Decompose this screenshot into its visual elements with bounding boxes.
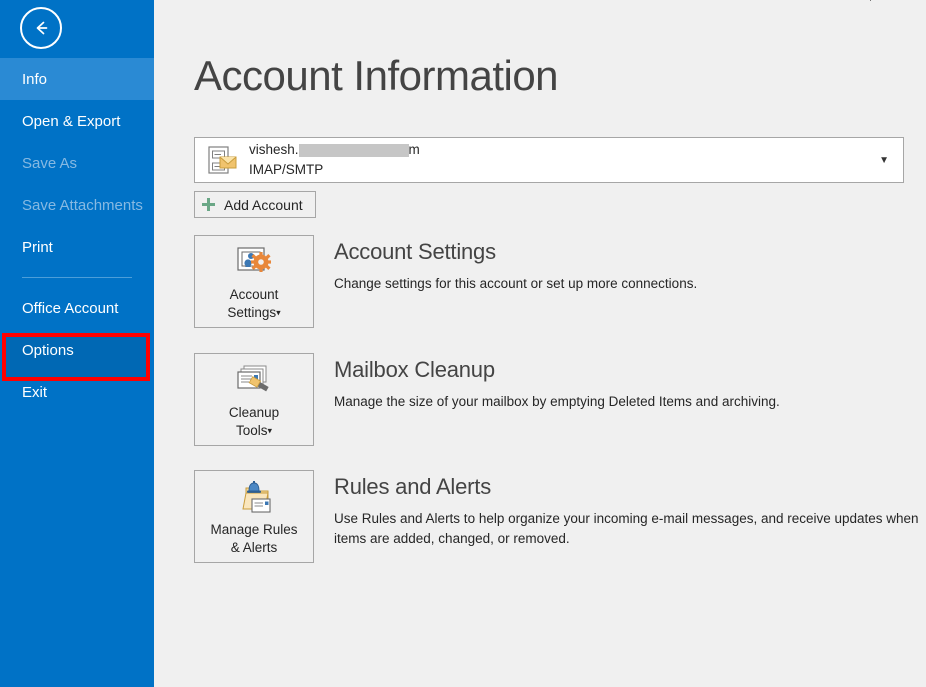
feature-description: Use Rules and Alerts to help organize yo… xyxy=(334,511,919,547)
feature-title: Mailbox Cleanup xyxy=(334,357,495,382)
account-email: vishesh. m xyxy=(249,142,879,159)
feature-title: Rules and Alerts xyxy=(334,474,491,499)
sidebar-item-label: Options xyxy=(22,341,74,359)
button-line-1: Account xyxy=(229,287,279,302)
feature-description: Manage the size of your mailbox by empty… xyxy=(334,394,780,409)
account-email-suffix: m xyxy=(408,141,420,157)
sidebar-divider xyxy=(22,277,132,278)
sidebar-item-print[interactable]: Print xyxy=(0,226,154,268)
sidebar-item-options[interactable]: Options xyxy=(0,329,154,371)
account-details: vishesh. m IMAP/SMTP xyxy=(249,142,879,179)
account-settings-button[interactable]: Account Settings▾ xyxy=(194,235,314,328)
account-email-redaction xyxy=(298,143,409,157)
account-settings-text: Account Settings Change settings for thi… xyxy=(334,239,926,294)
window-corner-glyph: ⌐ xyxy=(870,0,876,2)
sidebar-item-label: Office Account xyxy=(22,299,119,317)
caret-down-icon[interactable]: ▾ xyxy=(267,425,272,435)
account-type: IMAP/SMTP xyxy=(249,161,324,177)
cleanup-tools-button-label: Cleanup Tools▾ xyxy=(229,404,279,440)
sidebar-item-label: Open & Export xyxy=(22,112,121,130)
button-line-1: Cleanup xyxy=(228,405,280,420)
manage-rules-alerts-button[interactable]: Manage Rules & Alerts xyxy=(194,470,314,563)
manage-rules-alerts-button-label: Manage Rules & Alerts xyxy=(210,521,297,557)
feature-description: Change settings for this account or set … xyxy=(334,276,698,291)
sidebar-item-save-as: Save As xyxy=(0,142,154,184)
plus-icon xyxy=(201,197,216,212)
add-account-button[interactable]: Add Account xyxy=(194,191,316,218)
rules-alerts-text: Rules and Alerts Use Rules and Alerts to… xyxy=(334,474,926,550)
sidebar-item-info[interactable]: Info xyxy=(0,58,154,100)
sidebar-item-open-export[interactable]: Open & Export xyxy=(0,100,154,142)
sidebar-item-label: Exit xyxy=(22,383,48,401)
cleanup-tools-button[interactable]: Cleanup Tools▾ xyxy=(194,353,314,446)
caret-down-icon[interactable]: ▾ xyxy=(276,307,281,317)
add-account-label: Add Account xyxy=(224,196,303,213)
feature-title: Account Settings xyxy=(334,239,496,264)
mail-account-icon xyxy=(205,144,237,176)
sidebar-item-save-attachments: Save Attachments xyxy=(0,184,154,226)
cleanup-tools-icon xyxy=(232,362,276,402)
sidebar-item-label: Save Attachments xyxy=(22,196,143,214)
back-arrow-icon xyxy=(31,18,51,38)
sidebar-nav: Info Open & Export Save As Save Attachme… xyxy=(0,58,154,413)
main-content: ⌐ Account Information vishesh. m IMAP/SMT… xyxy=(154,0,926,687)
sidebar-item-exit[interactable]: Exit xyxy=(0,371,154,413)
back-button[interactable] xyxy=(20,7,62,49)
sidebar-item-label: Print xyxy=(22,238,53,256)
mailbox-cleanup-text: Mailbox Cleanup Manage the size of your … xyxy=(334,357,926,412)
sidebar-item-office-account[interactable]: Office Account xyxy=(0,287,154,329)
account-settings-button-label: Account Settings▾ xyxy=(227,286,280,322)
sidebar-item-label: Info xyxy=(22,70,48,88)
account-selector[interactable]: vishesh. m IMAP/SMTP ▼ xyxy=(194,137,904,183)
sidebar-item-label: Save As xyxy=(22,154,78,172)
account-email-prefix: vishesh. xyxy=(249,141,299,157)
sidebar: Info Open & Export Save As Save Attachme… xyxy=(0,0,154,687)
chevron-down-icon[interactable]: ▼ xyxy=(879,155,889,166)
rules-alerts-icon xyxy=(232,479,276,519)
button-line-2: Tools xyxy=(235,422,268,438)
button-line-2: Settings xyxy=(227,304,277,320)
account-settings-icon xyxy=(232,244,276,284)
page-title: Account Information xyxy=(194,52,559,99)
button-line-2: & Alerts xyxy=(230,539,278,555)
button-line-1: Manage Rules xyxy=(210,522,298,537)
